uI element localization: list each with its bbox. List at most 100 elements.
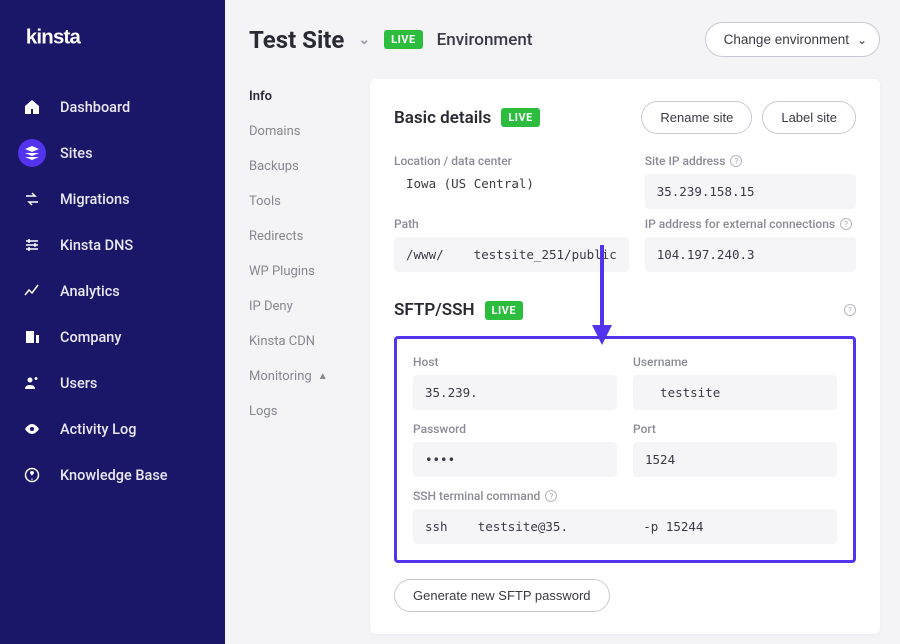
env-badge: LIVE xyxy=(384,30,423,49)
help-icon xyxy=(24,467,40,483)
sidebar-item-sites[interactable]: Sites xyxy=(0,130,225,176)
svg-text:kinsta: kinsta xyxy=(26,26,82,48)
port-value[interactable]: 1524 xyxy=(633,442,837,477)
host-label: Host xyxy=(413,355,617,369)
section-title: SFTP/SSH xyxy=(394,300,475,320)
sidebar-item-activity[interactable]: Activity Log xyxy=(0,406,225,452)
sidebar-label: Sites xyxy=(60,145,93,162)
label-site-button[interactable]: Label site xyxy=(762,101,856,134)
port-field: Port 1524 xyxy=(633,422,837,477)
dns-icon xyxy=(24,237,40,253)
submenu-tools[interactable]: Tools xyxy=(249,184,344,219)
submenu-kinsta-cdn[interactable]: Kinsta CDN xyxy=(249,324,344,359)
site-ip-field: Site IP address ? 35.239.158.15 xyxy=(645,154,856,209)
rename-site-button[interactable]: Rename site xyxy=(641,101,752,134)
sidebar-item-company[interactable]: Company xyxy=(0,314,225,360)
stack-icon xyxy=(24,145,40,161)
chevron-down-icon: ⌄ xyxy=(857,33,867,47)
password-field: Password •••• xyxy=(413,422,617,477)
submenu-backups[interactable]: Backups xyxy=(249,149,344,184)
sidebar-item-migrations[interactable]: Migrations xyxy=(0,176,225,222)
sidebar-label: Migrations xyxy=(60,191,130,208)
logo: kinsta xyxy=(0,26,225,84)
help-icon[interactable]: ? xyxy=(844,304,856,316)
sidebar-label: Kinsta DNS xyxy=(60,237,133,254)
live-badge: LIVE xyxy=(501,108,540,127)
ssh-command-label: SSH terminal command ? xyxy=(413,489,837,503)
generate-sftp-password-button[interactable]: Generate new SFTP password xyxy=(394,579,610,612)
host-value[interactable]: 35.239. xyxy=(413,375,617,410)
eye-icon xyxy=(24,421,40,437)
warning-icon: ▲ xyxy=(318,371,328,382)
live-badge: LIVE xyxy=(485,301,524,320)
analytics-icon xyxy=(24,283,40,299)
ssh-command-value[interactable]: ssh testsite@35. -p 15244 xyxy=(413,509,837,544)
migrate-icon xyxy=(24,191,40,207)
site-ip-value[interactable]: 35.239.158.15 xyxy=(645,174,856,209)
ssh-highlight-box: Host 35.239. Username testsite Password … xyxy=(394,336,856,563)
external-ip-label: IP address for external connections ? xyxy=(645,217,856,231)
sidebar-item-analytics[interactable]: Analytics xyxy=(0,268,225,314)
ssh-title: SFTP/SSH LIVE xyxy=(394,300,523,320)
host-field: Host 35.239. xyxy=(413,355,617,410)
sidebar-label: Activity Log xyxy=(60,421,136,438)
sidebar-label: Users xyxy=(60,375,97,392)
sidebar-label: Company xyxy=(60,329,121,346)
path-value[interactable]: /www/ testsite_251/public xyxy=(394,237,629,272)
submenu-logs[interactable]: Logs xyxy=(249,394,344,429)
submenu-monitoring[interactable]: Monitoring ▲ xyxy=(249,359,344,394)
password-value[interactable]: •••• xyxy=(413,442,617,477)
submenu-domains[interactable]: Domains xyxy=(249,114,344,149)
submenu-wp-plugins[interactable]: WP Plugins xyxy=(249,254,344,289)
main-area: Test Site ⌄ LIVE Environment Change envi… xyxy=(225,0,900,644)
username-label: Username xyxy=(633,355,837,369)
help-icon[interactable]: ? xyxy=(730,155,742,167)
nav-list: Dashboard Sites Migrations Kinsta DNS An… xyxy=(0,84,225,498)
location-value: Iowa (US Central) xyxy=(394,174,629,197)
help-icon[interactable]: ? xyxy=(545,490,557,502)
sidebar-item-dashboard[interactable]: Dashboard xyxy=(0,84,225,130)
info-card: Basic details LIVE Rename site Label sit… xyxy=(370,79,880,634)
kinsta-logo-icon: kinsta xyxy=(18,26,128,48)
ssh-command-field: SSH terminal command ? ssh testsite@35. … xyxy=(413,489,837,544)
site-ip-label: Site IP address ? xyxy=(645,154,856,168)
section-title: Basic details xyxy=(394,108,491,128)
submenu-label: Monitoring xyxy=(249,369,312,384)
users-icon xyxy=(24,375,40,391)
password-label: Password xyxy=(413,422,617,436)
location-field: Location / data center Iowa (US Central) xyxy=(394,154,629,209)
page-title: Test Site xyxy=(249,26,344,54)
submenu-ip-deny[interactable]: IP Deny xyxy=(249,289,344,324)
chevron-down-icon[interactable]: ⌄ xyxy=(358,32,370,48)
external-ip-value[interactable]: 104.197.240.3 xyxy=(645,237,856,272)
sidebar-item-knowledge[interactable]: Knowledge Base xyxy=(0,452,225,498)
help-icon[interactable]: ? xyxy=(840,218,852,230)
basic-details-title: Basic details LIVE xyxy=(394,108,540,128)
ssh-header: SFTP/SSH LIVE ? xyxy=(394,300,856,320)
basic-field-grid: Location / data center Iowa (US Central)… xyxy=(394,154,856,272)
sidebar-item-dns[interactable]: Kinsta DNS xyxy=(0,222,225,268)
port-label: Port xyxy=(633,422,837,436)
submenu-redirects[interactable]: Redirects xyxy=(249,219,344,254)
basic-details-header: Basic details LIVE Rename site Label sit… xyxy=(394,101,856,134)
change-environment-button[interactable]: Change environment ⌄ xyxy=(705,22,880,57)
company-icon xyxy=(24,329,40,345)
username-field: Username testsite xyxy=(633,355,837,410)
sidebar-label: Dashboard xyxy=(60,99,130,116)
path-label: Path xyxy=(394,217,629,231)
sidebar: kinsta Dashboard Sites Migrations Kinsta… xyxy=(0,0,225,644)
external-ip-field: IP address for external connections ? 10… xyxy=(645,217,856,272)
change-env-label: Change environment xyxy=(724,32,849,47)
submenu-info[interactable]: Info xyxy=(249,79,344,114)
content-columns: Info Domains Backups Tools Redirects WP … xyxy=(249,79,880,634)
location-label: Location / data center xyxy=(394,154,629,168)
sidebar-label: Knowledge Base xyxy=(60,467,168,484)
sidebar-label: Analytics xyxy=(60,283,120,300)
site-title-group: Test Site ⌄ xyxy=(249,26,370,54)
env-label: Environment xyxy=(437,30,533,50)
path-field: Path /www/ testsite_251/public xyxy=(394,217,629,272)
sidebar-item-users[interactable]: Users xyxy=(0,360,225,406)
username-value[interactable]: testsite xyxy=(633,375,837,410)
home-icon xyxy=(24,99,40,115)
header-row: Test Site ⌄ LIVE Environment Change envi… xyxy=(249,22,880,57)
